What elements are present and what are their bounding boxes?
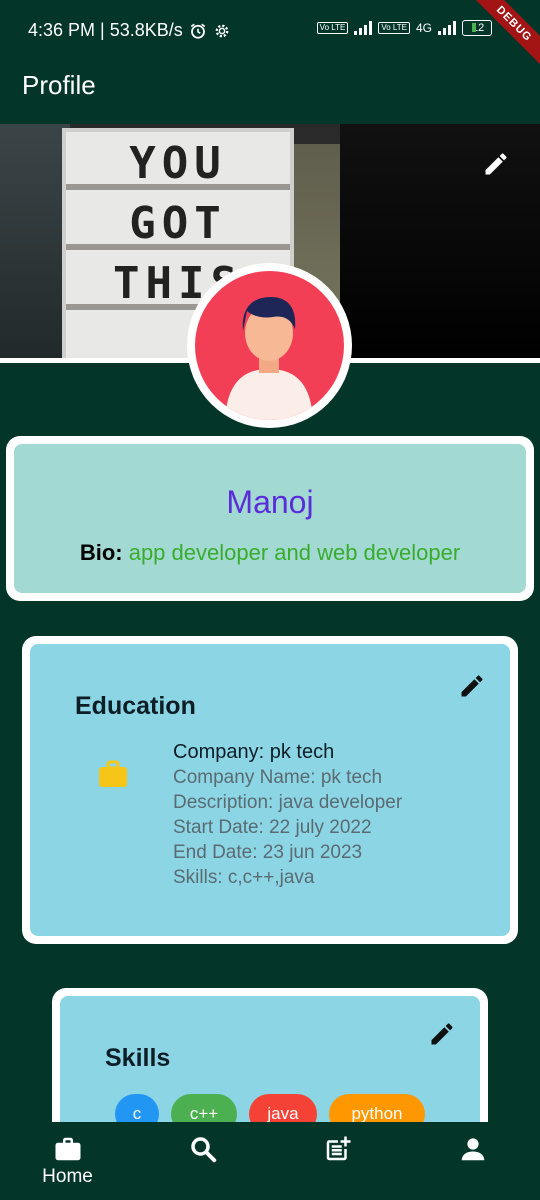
education-description: Description: java developer [173, 792, 403, 813]
skills-title: Skills [105, 1044, 171, 1072]
education-company-name: Company Name: pk tech [173, 767, 383, 788]
education-company: Company: pk tech [173, 741, 335, 763]
avatar-image [195, 271, 344, 420]
signal-icon [438, 21, 456, 35]
pencil-icon[interactable] [428, 1020, 456, 1048]
nav-item-profile[interactable] [405, 1122, 540, 1200]
profile-card: Manoj Bio: app developer and web develop… [6, 436, 534, 601]
briefcase-icon [99, 760, 127, 787]
volte-badge: Vo LTE [316, 22, 349, 34]
education-end-date: End Date: 23 jun 2023 [173, 842, 363, 863]
signal-icon [354, 21, 373, 35]
battery-icon: 12 [462, 20, 492, 36]
pencil-icon[interactable] [458, 672, 486, 700]
person-icon [461, 1138, 484, 1161]
nav-item-post[interactable] [270, 1122, 405, 1200]
profile-name: Manoj [226, 484, 314, 520]
profile-card-body: Manoj Bio: app developer and web develop… [14, 444, 526, 593]
page-title: Profile [22, 70, 96, 100]
profile-bio: Bio: app developer and web developer [14, 540, 526, 566]
education-details: Company: pk tech Company Name: pk tech D… [173, 739, 402, 890]
bottom-nav: Home [0, 1122, 540, 1200]
status-left: 4:36 PM | 53.8KB/s [28, 20, 231, 41]
status-right: Vo LTE Vo LTE 4G 12 [316, 20, 492, 36]
post-add-icon [326, 1136, 350, 1161]
network-type: 4G [415, 21, 432, 35]
education-title: Education [75, 692, 196, 720]
education-start-date: Start Date: 22 july 2022 [173, 817, 372, 838]
search-icon [190, 1137, 216, 1163]
status-bar: 4:36 PM | 53.8KB/s Vo LTE Vo LTE 4G 12 [0, 0, 540, 60]
pencil-icon[interactable] [482, 150, 510, 178]
education-card: Education Company: pk tech Company Name:… [22, 636, 518, 944]
nav-item-home[interactable]: Home [0, 1122, 135, 1200]
education-skills: Skills: c,c++,java [173, 867, 315, 888]
person-illustration [225, 297, 313, 420]
avatar[interactable] [187, 263, 352, 428]
skills-card-body: Skills c c++ java python [60, 996, 480, 1140]
cover-text-line: YOU [129, 138, 227, 189]
gear-icon [215, 24, 229, 37]
bio-label: Bio: [79, 540, 123, 565]
volte-badge: Vo LTE [378, 22, 410, 34]
briefcase-icon [55, 1137, 80, 1161]
cover-text-line: GOT [129, 198, 227, 249]
alarm-icon [190, 23, 206, 39]
status-time-speed: 4:36 PM | 53.8KB/s [28, 20, 183, 40]
nav-item-search[interactable] [135, 1122, 270, 1200]
nav-label-home: Home [42, 1166, 93, 1187]
bio-value: app developer and web developer [128, 540, 461, 565]
education-card-body: Education Company: pk tech Company Name:… [30, 644, 510, 936]
